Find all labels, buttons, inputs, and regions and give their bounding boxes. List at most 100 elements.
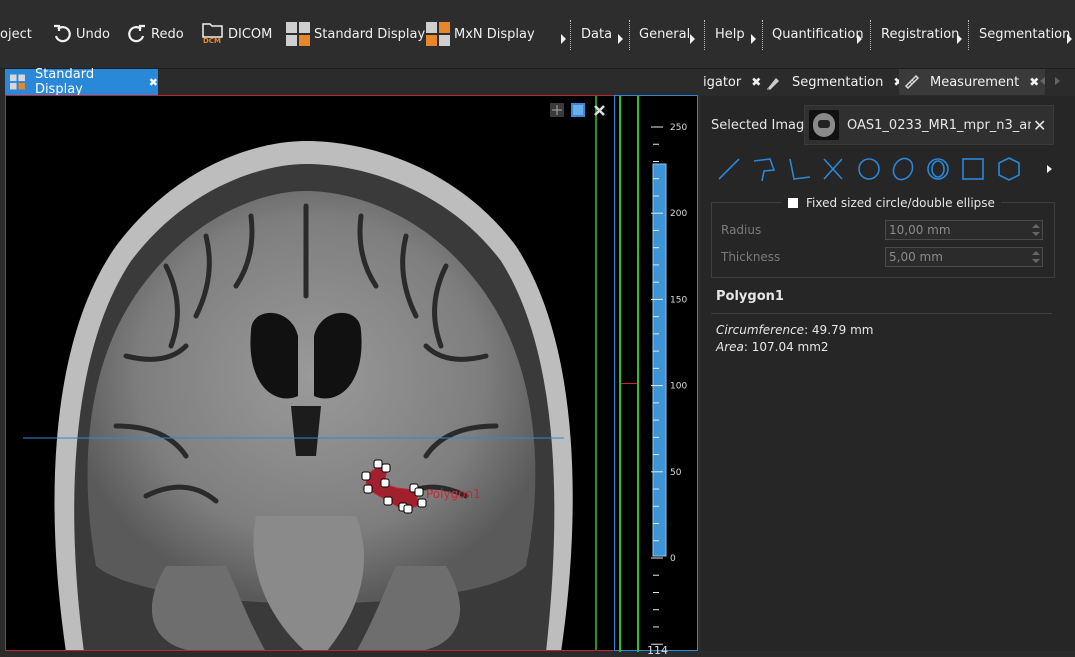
project-label: oject <box>0 26 32 42</box>
close-tab-icon[interactable]: ✖ <box>1029 75 1039 89</box>
spin-down-icon[interactable] <box>1032 259 1040 263</box>
toolbar-more-icon[interactable] <box>1047 165 1052 173</box>
ruler-tick-label: 200 <box>670 209 687 219</box>
thickness-value: 5,00 mm <box>889 250 943 264</box>
selected-image-name: OAS1_0233_MR1_mpr_n3_anon_1 <box>847 117 1031 133</box>
menu-quantification-label: Quantification <box>772 26 864 42</box>
mri-slice-image[interactable]: Polygon1 <box>6 96 614 651</box>
clear-selection-icon[interactable]: ✕ <box>1033 116 1046 135</box>
polygon-tool-icon[interactable] <box>998 157 1020 181</box>
redo-label: Redo <box>151 26 184 42</box>
dicom-badge: DCM <box>203 37 221 45</box>
toolbar-separator <box>629 20 630 50</box>
circumference-label: Circumference <box>716 323 805 337</box>
dicom-label: DICOM <box>228 26 273 42</box>
close-tab-icon[interactable]: ✖ <box>751 75 761 89</box>
green-slice-line <box>637 96 639 652</box>
toolbar-separator <box>570 20 571 50</box>
rectangle-tool-icon[interactable] <box>962 158 984 180</box>
green-slice-line <box>619 96 621 652</box>
spin-up-icon[interactable] <box>1032 251 1040 255</box>
undo-button[interactable]: Undo <box>52 0 110 68</box>
line-tool-icon[interactable] <box>718 158 740 180</box>
menu-segmentation-label: Segmentation <box>979 26 1071 42</box>
spin-down-icon[interactable] <box>1032 232 1040 236</box>
ruler-bar <box>652 163 667 557</box>
menu-quantification[interactable]: Quantification <box>772 0 864 68</box>
crosshair-toggle-button[interactable] <box>550 103 564 117</box>
area-row: Area: 107.04 mm2 <box>716 340 829 354</box>
menu-general[interactable]: General <box>639 0 690 68</box>
tab-navigator[interactable]: igator ✖ <box>703 69 761 95</box>
menu-data[interactable]: Data <box>581 0 612 68</box>
measurement-title: Polygon1 <box>716 289 784 304</box>
polygon-annotation-label: Polygon1 <box>426 487 481 501</box>
area-label: Area <box>716 340 744 354</box>
menu-help-label: Help <box>715 26 745 42</box>
toolbar-separator <box>870 20 871 50</box>
toolbar-separator <box>968 20 969 50</box>
maximize-view-button[interactable] <box>571 103 585 117</box>
menu-registration-arrow-icon <box>957 34 962 44</box>
intensity-ruler[interactable]: 250 200 150 100 50 0 <box>643 96 697 652</box>
tab-scroll-left-icon[interactable] <box>1040 77 1045 85</box>
tab-measurement[interactable]: Measurement ✖ <box>899 69 1046 95</box>
fixed-size-label: Fixed sized circle/double ellipse <box>806 196 995 210</box>
area-value: : 107.04 mm2 <box>743 340 829 354</box>
mxn-display-button[interactable]: MxN Display <box>426 0 535 68</box>
close-tab-icon[interactable]: ✖ <box>149 76 158 89</box>
menu-segmentation[interactable]: Segmentation <box>979 0 1070 68</box>
radius-input[interactable]: 10,00 mm <box>885 220 1043 240</box>
standard-display-button[interactable]: Standard Display <box>286 0 425 68</box>
double-ellipse-tool-icon[interactable] <box>927 158 949 180</box>
ruler-tick-label: 150 <box>670 295 687 305</box>
toolbar-separator <box>704 20 705 50</box>
angle-tool-icon[interactable] <box>789 158 811 180</box>
thickness-label: Thickness <box>721 250 781 264</box>
ellipse-tool-icon[interactable] <box>890 155 917 183</box>
mxn-display-icon <box>426 22 450 46</box>
fixed-size-checkbox[interactable] <box>788 198 798 208</box>
image-viewer[interactable]: Polygon1 <box>5 95 615 651</box>
red-slice-marker <box>621 383 637 384</box>
view-settings-button[interactable] <box>592 103 606 117</box>
menu-help[interactable]: Help <box>715 0 745 68</box>
side-view-panel[interactable]: 250 200 150 100 50 0 114 <box>614 95 698 657</box>
menu-registration-label: Registration <box>881 26 960 42</box>
tab-segmentation-label: Segmentation <box>792 74 884 90</box>
circle-tool-icon[interactable] <box>858 158 880 180</box>
circumference-row: Circumference: 49.79 mm <box>716 323 873 337</box>
circumference-value: : 49.79 mm <box>804 323 874 337</box>
toolbar-overflow-icon[interactable] <box>561 34 566 44</box>
tab-navigator-label: igator <box>703 74 742 90</box>
ruler-tick-label: 250 <box>670 123 687 133</box>
tab-standard-display[interactable]: Standard Display ✖ <box>5 67 158 97</box>
project-menu[interactable]: oject <box>0 0 32 68</box>
tab-segmentation[interactable]: Segmentation ✖ <box>766 69 903 95</box>
image-thumbnail <box>809 110 839 140</box>
menu-registration[interactable]: Registration <box>881 0 959 68</box>
crosshair-icon <box>552 105 562 115</box>
thickness-input[interactable]: 5,00 mm <box>885 247 1043 267</box>
tab-scroll-right-icon[interactable] <box>1055 77 1060 85</box>
spin-up-icon[interactable] <box>1032 224 1040 228</box>
main-toolbar: oject Undo Redo DCM DICOM Standard Displ… <box>0 0 1075 69</box>
menu-data-label: Data <box>581 26 613 42</box>
menu-general-label: General <box>639 26 691 42</box>
ruler-tick-label: 100 <box>670 382 687 392</box>
undo-icon <box>54 24 71 43</box>
standard-display-icon <box>286 22 310 46</box>
path-tool-icon[interactable] <box>753 158 776 182</box>
menu-segmentation-arrow-icon <box>1067 34 1072 44</box>
dicom-icon: DCM <box>202 22 224 46</box>
dicom-button[interactable]: DCM DICOM <box>202 0 272 68</box>
four-point-angle-tool-icon[interactable] <box>823 158 843 180</box>
selected-image-selector[interactable]: OAS1_0233_MR1_mpr_n3_anon_1 ✕ <box>804 105 1054 145</box>
fixed-size-checkbox-row[interactable]: Fixed sized circle/double ellipse <box>782 195 1001 211</box>
menu-general-arrow-icon <box>690 34 695 44</box>
menu-data-arrow-icon <box>618 34 623 44</box>
redo-button[interactable]: Redo <box>127 0 184 68</box>
menu-help-arrow-icon <box>751 34 756 44</box>
redo-icon <box>128 24 145 43</box>
standard-display-tab-icon <box>10 74 25 90</box>
